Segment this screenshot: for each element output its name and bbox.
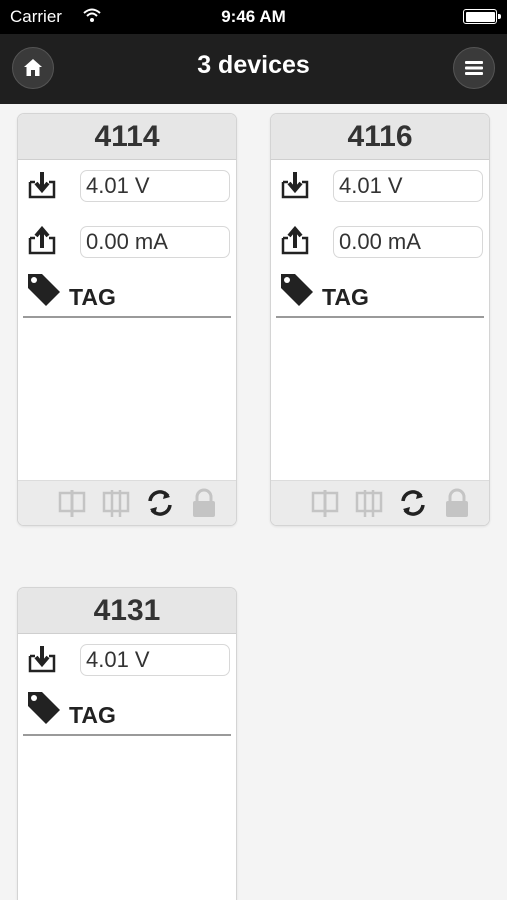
battery-icon bbox=[463, 9, 501, 24]
input-download-icon bbox=[28, 646, 56, 673]
clock: 9:46 AM bbox=[221, 7, 286, 26]
tag-row[interactable]: TAG bbox=[23, 272, 231, 318]
refresh-icon[interactable] bbox=[144, 487, 176, 519]
tag-icon bbox=[281, 274, 313, 306]
card-toolbar bbox=[271, 480, 489, 525]
input-row: 4.01 V bbox=[18, 160, 236, 216]
input-row: 4.01 V bbox=[18, 634, 236, 690]
display-front-icon[interactable] bbox=[309, 487, 341, 519]
output-value-field[interactable]: 0.00 mA bbox=[80, 226, 230, 258]
status-bar: Carrier 9:46 AM bbox=[0, 0, 507, 34]
refresh-icon[interactable] bbox=[397, 487, 429, 519]
tag-icon bbox=[28, 274, 60, 306]
device-id: 4114 bbox=[18, 114, 236, 160]
device-id: 4116 bbox=[271, 114, 489, 160]
menu-button[interactable] bbox=[453, 47, 495, 89]
input-row: 4.01 V bbox=[271, 160, 489, 216]
device-id: 4131 bbox=[18, 588, 236, 634]
tag-label: TAG bbox=[69, 284, 116, 310]
tag-label: TAG bbox=[69, 702, 116, 728]
page-title: 3 devices bbox=[197, 51, 310, 79]
input-value-field[interactable]: 4.01 V bbox=[80, 644, 230, 676]
output-value-field[interactable]: 0.00 mA bbox=[333, 226, 483, 258]
lock-icon[interactable] bbox=[441, 487, 473, 519]
tag-row[interactable]: TAG bbox=[23, 690, 231, 736]
device-card[interactable]: 4114 4.01 V 0.00 mA TAG bbox=[17, 113, 237, 526]
tag-icon bbox=[28, 692, 60, 724]
lock-icon[interactable] bbox=[188, 487, 220, 519]
output-row: 0.00 mA bbox=[18, 216, 236, 272]
display-front-icon[interactable] bbox=[56, 487, 88, 519]
tag-row[interactable]: TAG bbox=[276, 272, 484, 318]
input-value-field[interactable]: 4.01 V bbox=[333, 170, 483, 202]
card-toolbar bbox=[18, 480, 236, 525]
device-card[interactable]: 4131 4.01 V TAG bbox=[17, 587, 237, 900]
display-back-icon[interactable] bbox=[100, 487, 132, 519]
tag-label: TAG bbox=[322, 284, 369, 310]
navigation-bar: 3 devices bbox=[0, 34, 507, 104]
input-value-field[interactable]: 4.01 V bbox=[80, 170, 230, 202]
display-back-icon[interactable] bbox=[353, 487, 385, 519]
input-download-icon bbox=[28, 172, 56, 199]
output-row: 0.00 mA bbox=[271, 216, 489, 272]
input-download-icon bbox=[281, 172, 309, 199]
output-upload-icon bbox=[28, 226, 56, 255]
device-card[interactable]: 4116 4.01 V 0.00 mA TAG bbox=[270, 113, 490, 526]
hamburger-menu-icon bbox=[465, 61, 483, 75]
output-upload-icon bbox=[281, 226, 309, 255]
